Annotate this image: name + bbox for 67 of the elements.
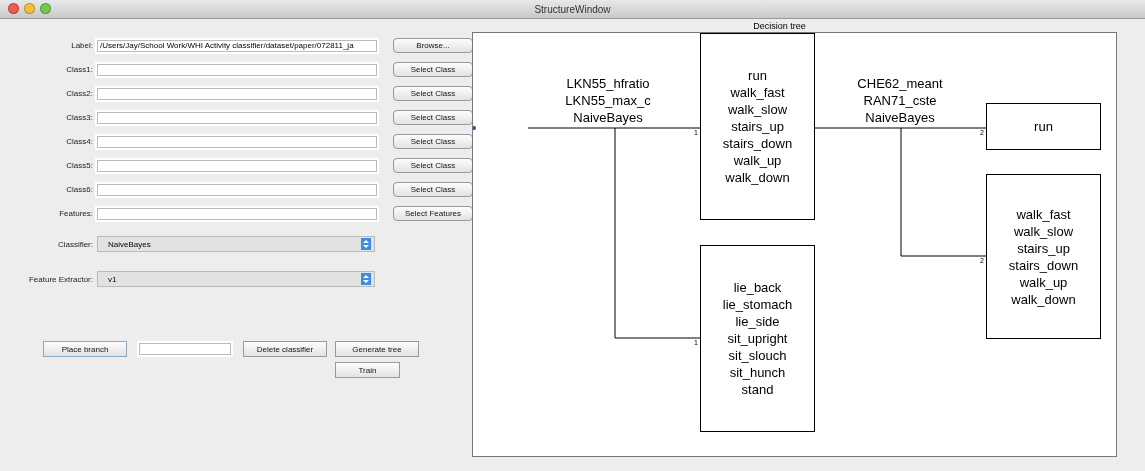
node-text: walk_fast bbox=[730, 84, 785, 101]
text-field[interactable] bbox=[97, 135, 377, 148]
select-button[interactable]: Select Class bbox=[393, 110, 473, 125]
select-button[interactable]: Select Class bbox=[393, 134, 473, 149]
node-text: sit_hunch bbox=[729, 364, 786, 381]
select-button[interactable]: Select Class bbox=[393, 158, 473, 173]
place-branch-button[interactable]: Place branch bbox=[43, 341, 127, 357]
generate-tree-button[interactable]: Generate tree bbox=[335, 341, 419, 357]
node-text: NaiveBayes bbox=[573, 109, 643, 126]
input-field[interactable] bbox=[139, 343, 231, 355]
text-field[interactable] bbox=[97, 87, 377, 100]
select-button[interactable]: Select Class bbox=[393, 62, 473, 77]
node-text: stairs_down bbox=[722, 135, 793, 152]
field-label: Classifier: bbox=[56, 239, 93, 249]
node-text: stairs_down bbox=[1008, 256, 1079, 274]
train-button[interactable]: Train bbox=[335, 362, 400, 378]
field-label: Class2: bbox=[65, 89, 93, 98]
node-text: lie_side bbox=[735, 313, 780, 330]
node-text: run bbox=[748, 67, 767, 84]
node-text: NaiveBayes bbox=[865, 109, 935, 126]
node-text: lie_back bbox=[733, 279, 782, 296]
select-button[interactable]: Select Features bbox=[393, 206, 473, 221]
node-text: walk_slow bbox=[727, 101, 788, 118]
node-text: walk_up bbox=[733, 152, 782, 169]
field-label: Features: bbox=[58, 209, 93, 218]
node-text: walk_down bbox=[1011, 290, 1076, 308]
delete-classifier-button[interactable]: Delete classifier bbox=[243, 341, 327, 357]
field-label: Label: bbox=[70, 41, 93, 50]
node-text: walk_down bbox=[725, 169, 790, 186]
field-label: Class3: bbox=[65, 113, 93, 122]
stepper-icon bbox=[361, 238, 371, 250]
node-text: run bbox=[1034, 118, 1053, 135]
text-field[interactable]: /Users/Jay/School Work/WHI Activity classifier/dataset/paper/072811_ja bbox=[97, 39, 377, 52]
field-label: Class5: bbox=[65, 161, 93, 170]
dropdown[interactable]: v1 bbox=[97, 271, 375, 287]
node-text: stairs_up bbox=[731, 118, 784, 135]
select-button[interactable]: Select Class bbox=[393, 182, 473, 197]
node-text: walk_fast bbox=[1016, 205, 1071, 223]
zoom-button[interactable] bbox=[40, 3, 51, 14]
select-button[interactable]: Select Class bbox=[393, 86, 473, 101]
field-label: Feature Extractor: bbox=[27, 274, 93, 284]
close-button[interactable] bbox=[8, 3, 19, 14]
text-field[interactable] bbox=[97, 207, 377, 220]
node-text: sit_upright bbox=[727, 330, 788, 347]
node-text: sit_slouch bbox=[728, 347, 787, 364]
panel-title: Decision tree bbox=[753, 21, 806, 32]
text-field[interactable] bbox=[97, 111, 377, 124]
select-button[interactable]: Browse... bbox=[393, 38, 473, 53]
field-label: Class6: bbox=[65, 185, 93, 194]
node-text: RAN71_cste bbox=[863, 92, 937, 109]
node-text: LKN55_hfratio bbox=[566, 75, 650, 92]
minimize-button[interactable] bbox=[24, 3, 35, 14]
node-text: stairs_up bbox=[1017, 239, 1070, 257]
window-title: StructureWindow bbox=[534, 3, 611, 15]
stepper-icon bbox=[361, 273, 371, 285]
text-field[interactable] bbox=[97, 183, 377, 196]
dropdown[interactable]: NaiveBayes bbox=[97, 236, 375, 252]
node-text: stand bbox=[741, 381, 774, 398]
node-text: CHE62_meant bbox=[857, 75, 943, 92]
text-field[interactable] bbox=[97, 63, 377, 76]
node-text: walk_up bbox=[1019, 273, 1068, 291]
node-text: LKN55_max_c bbox=[565, 92, 651, 109]
node-text: walk_slow bbox=[1013, 222, 1074, 240]
node-text: lie_stomach bbox=[722, 296, 793, 313]
field-label: Class1: bbox=[65, 65, 93, 74]
field-label: Class4: bbox=[65, 137, 93, 146]
text-field[interactable] bbox=[97, 159, 377, 172]
